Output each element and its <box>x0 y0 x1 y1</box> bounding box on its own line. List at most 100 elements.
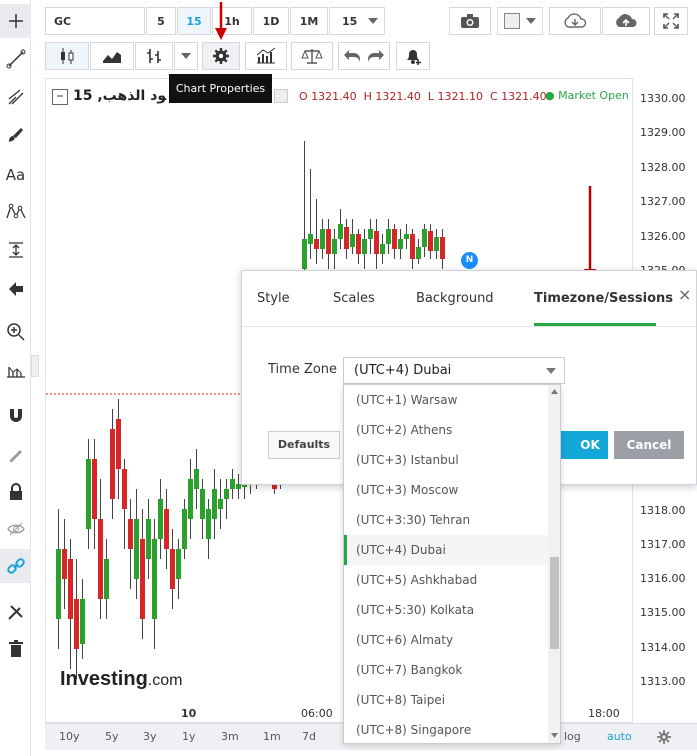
fullscreen-button[interactable] <box>654 7 688 35</box>
lock-icon[interactable] <box>0 475 31 509</box>
collapse-legend-button[interactable]: – <box>52 89 68 105</box>
symbol-field[interactable]: GC <box>45 7 145 35</box>
text-tool-icon[interactable]: Aa <box>0 158 31 192</box>
cloud-upload-icon <box>616 14 637 27</box>
scroll-up-icon[interactable] <box>551 389 558 394</box>
trash-icon[interactable] <box>0 632 31 666</box>
candles-icon <box>61 48 74 64</box>
crosshair-tool-icon[interactable] <box>0 4 31 38</box>
scroll-down-icon[interactable] <box>551 733 558 738</box>
timezone-option[interactable]: (UTC+8) Singapore <box>344 715 548 743</box>
tab-timezone-sessions[interactable]: Timezone/Sessions <box>534 291 673 306</box>
sync-drawings-link-icon[interactable] <box>0 549 31 583</box>
hide-drawings-icon[interactable] <box>0 512 31 546</box>
range-1y[interactable]: 1y <box>182 724 196 749</box>
settings-gear-icon[interactable] <box>657 724 671 749</box>
cancel-button[interactable]: Cancel <box>614 431 684 459</box>
defaults-button[interactable]: Defaults <box>268 431 340 459</box>
interval-15-button[interactable]: 15 <box>177 7 211 35</box>
candle-body <box>164 509 169 549</box>
interval-1d-button[interactable]: 1D <box>253 7 289 35</box>
timezone-option[interactable]: (UTC+6) Almaty <box>344 625 548 655</box>
timezone-option[interactable]: (UTC+1) Warsaw <box>344 385 548 415</box>
brush-tool-icon[interactable] <box>0 118 31 152</box>
range-3m[interactable]: 3m <box>221 724 239 749</box>
candle-body <box>182 509 187 549</box>
arrow-left-icon[interactable] <box>0 272 31 306</box>
candle-body <box>98 519 103 599</box>
color-picker-button[interactable] <box>497 7 543 35</box>
timezone-option[interactable]: (UTC+3) Istanbul <box>344 445 548 475</box>
color-swatch <box>504 13 520 29</box>
tools-icon[interactable] <box>0 595 31 629</box>
chart-properties-button[interactable] <box>202 42 240 70</box>
timezone-option[interactable]: (UTC+3) Moscow <box>344 475 548 505</box>
candle-body <box>308 234 313 244</box>
fullscreen-icon <box>663 13 679 29</box>
compare-button[interactable] <box>291 42 333 70</box>
range-5y[interactable]: 5y <box>105 724 119 749</box>
candle-body <box>320 229 325 249</box>
timezone-option-selected[interactable]: (UTC+4) Dubai <box>344 535 548 565</box>
range-10y[interactable]: 10y <box>59 724 80 749</box>
candle-body <box>206 509 211 539</box>
chevron-down-icon <box>368 18 378 24</box>
interval-1m-button[interactable]: 1M <box>290 7 328 35</box>
tab-scales[interactable]: Scales <box>333 291 375 306</box>
pitchfork-tool-icon[interactable] <box>0 80 31 114</box>
redo-icon[interactable] <box>367 49 385 63</box>
dropdown-scrollbar[interactable] <box>548 385 560 743</box>
interval-dropdown[interactable]: 15 <box>329 7 385 35</box>
candle-body <box>62 549 67 579</box>
collapse-toolbar-handle[interactable] <box>31 355 39 377</box>
line-style-button[interactable] <box>90 42 134 70</box>
load-chart-button[interactable] <box>549 7 601 35</box>
price-tick: 1313.00 <box>640 675 686 688</box>
candle-body <box>134 519 139 579</box>
range-3y[interactable]: 3y <box>143 724 157 749</box>
add-alert-button[interactable] <box>396 42 430 70</box>
save-chart-button[interactable] <box>602 7 650 35</box>
timezone-option[interactable]: (UTC+3:30) Tehran <box>344 505 548 535</box>
event-badge[interactable]: N <box>461 252 478 269</box>
indicators-button[interactable] <box>245 42 287 70</box>
price-tick: 1329.00 <box>640 126 686 139</box>
timezone-option[interactable]: (UTC+2) Athens <box>344 415 548 445</box>
candle-body <box>386 229 391 244</box>
candles-style-button[interactable] <box>45 42 89 70</box>
bars-style-button[interactable] <box>135 42 173 70</box>
tab-style[interactable]: Style <box>257 291 290 306</box>
snapshot-button[interactable] <box>449 7 491 35</box>
candle-body <box>314 239 319 249</box>
camera-icon <box>461 14 479 28</box>
tab-background[interactable]: Background <box>416 291 494 306</box>
candle-body <box>122 469 127 509</box>
timezone-option[interactable]: (UTC+8) Taipei <box>344 685 548 715</box>
pattern-tool-icon[interactable] <box>0 195 31 229</box>
timezone-dropdown-list[interactable]: (UTC+1) Warsaw (UTC+2) Athens (UTC+3) Is… <box>343 384 561 744</box>
stay-in-drawing-mode-icon[interactable] <box>0 437 31 471</box>
candle-body <box>356 234 361 254</box>
symbol-text: GC <box>54 14 72 28</box>
range-1m[interactable]: 1m <box>263 724 281 749</box>
scrollbar-thumb[interactable] <box>550 557 559 649</box>
measure-tool-icon[interactable] <box>0 233 31 267</box>
undo-icon[interactable] <box>343 49 361 63</box>
zoom-in-icon[interactable] <box>0 315 31 349</box>
timezone-select[interactable]: (UTC+4) Dubai <box>343 357 565 384</box>
trend-line-tool-icon[interactable] <box>0 42 31 76</box>
interval-5-button[interactable]: 5 <box>146 7 176 35</box>
timezone-option[interactable]: (UTC+7) Bangkok <box>344 655 548 685</box>
annotation-arrow-icon <box>215 2 227 40</box>
auto-scale-toggle[interactable]: auto <box>607 724 632 749</box>
close-icon[interactable]: × <box>678 285 691 304</box>
magnet-icon[interactable] <box>0 398 31 432</box>
candle-body <box>362 239 367 254</box>
log-scale-toggle[interactable]: log <box>564 724 581 749</box>
chart-type-dropdown[interactable] <box>174 42 198 70</box>
range-7d[interactable]: 7d <box>302 724 316 749</box>
timezone-option[interactable]: (UTC+5) Ashkhabad <box>344 565 548 595</box>
timezone-option[interactable]: (UTC+5:30) Kolkata <box>344 595 548 625</box>
ruler-icon[interactable] <box>0 354 31 388</box>
legend-settings-icon[interactable] <box>274 89 288 103</box>
